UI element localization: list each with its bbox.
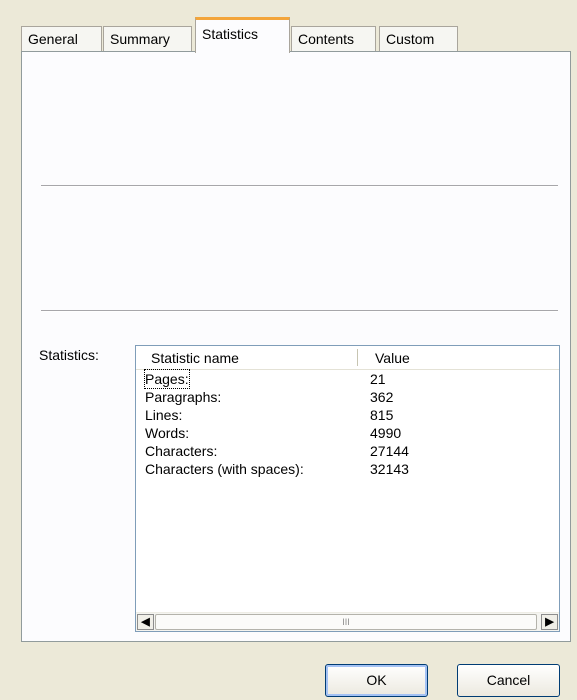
- cancel-button[interactable]: Cancel: [457, 664, 560, 697]
- column-header-divider[interactable]: [357, 349, 358, 366]
- column-header-statistic-name[interactable]: Statistic name: [151, 350, 239, 366]
- statistic-name: Characters (with spaces):: [145, 461, 304, 477]
- statistic-value: 27144: [370, 443, 409, 459]
- tab-custom[interactable]: Custom: [379, 26, 458, 51]
- statistic-name: Paragraphs:: [145, 389, 222, 405]
- statistic-name: Words:: [145, 425, 190, 441]
- list-header: Statistic name Value: [136, 346, 559, 370]
- scroll-right-arrow-icon: ▶: [545, 616, 554, 628]
- statistic-name: Lines:: [145, 407, 183, 423]
- list-row[interactable]: Characters (with spaces): 32143: [136, 460, 559, 478]
- statistic-name: Pages:: [144, 369, 190, 389]
- tab-general[interactable]: General: [21, 26, 102, 51]
- scroll-thumb-grip: III: [342, 617, 350, 627]
- statistics-listview[interactable]: Statistic name Value Pages: 21 Paragraph…: [135, 345, 560, 632]
- statistic-name: Characters:: [145, 443, 218, 459]
- horizontal-scrollbar[interactable]: ◀ III ▶: [136, 612, 559, 631]
- list-row[interactable]: Pages: 21: [136, 369, 559, 389]
- separator-top: [41, 185, 558, 187]
- column-header-value[interactable]: Value: [375, 350, 410, 366]
- list-row[interactable]: Characters: 27144: [136, 442, 559, 460]
- tab-statistics[interactable]: Statistics: [195, 17, 290, 53]
- statistic-value: 32143: [370, 461, 409, 477]
- statistics-label: Statistics:: [39, 347, 99, 363]
- scroll-left-arrow-icon: ◀: [141, 616, 150, 628]
- tab-contents[interactable]: Contents: [291, 26, 376, 51]
- list-row[interactable]: Lines: 815: [136, 406, 559, 424]
- scroll-left-button[interactable]: ◀: [137, 614, 154, 630]
- statistics-panel: Statistics: Statistic name Value Pages: …: [21, 51, 571, 642]
- list-row[interactable]: Paragraphs: 362: [136, 388, 559, 406]
- list-row[interactable]: Words: 4990: [136, 424, 559, 442]
- ok-button[interactable]: OK: [325, 664, 428, 697]
- scroll-right-button[interactable]: ▶: [541, 614, 558, 630]
- statistic-value: 815: [370, 407, 394, 423]
- statistic-value: 4990: [370, 425, 402, 441]
- tab-strip: General Summary Statistics Contents Cust…: [21, 16, 571, 53]
- statistic-value: 21: [370, 371, 386, 387]
- scroll-thumb[interactable]: III: [155, 614, 537, 630]
- separator-bottom: [41, 310, 558, 312]
- statistic-value: 362: [370, 389, 394, 405]
- tab-summary[interactable]: Summary: [103, 26, 192, 51]
